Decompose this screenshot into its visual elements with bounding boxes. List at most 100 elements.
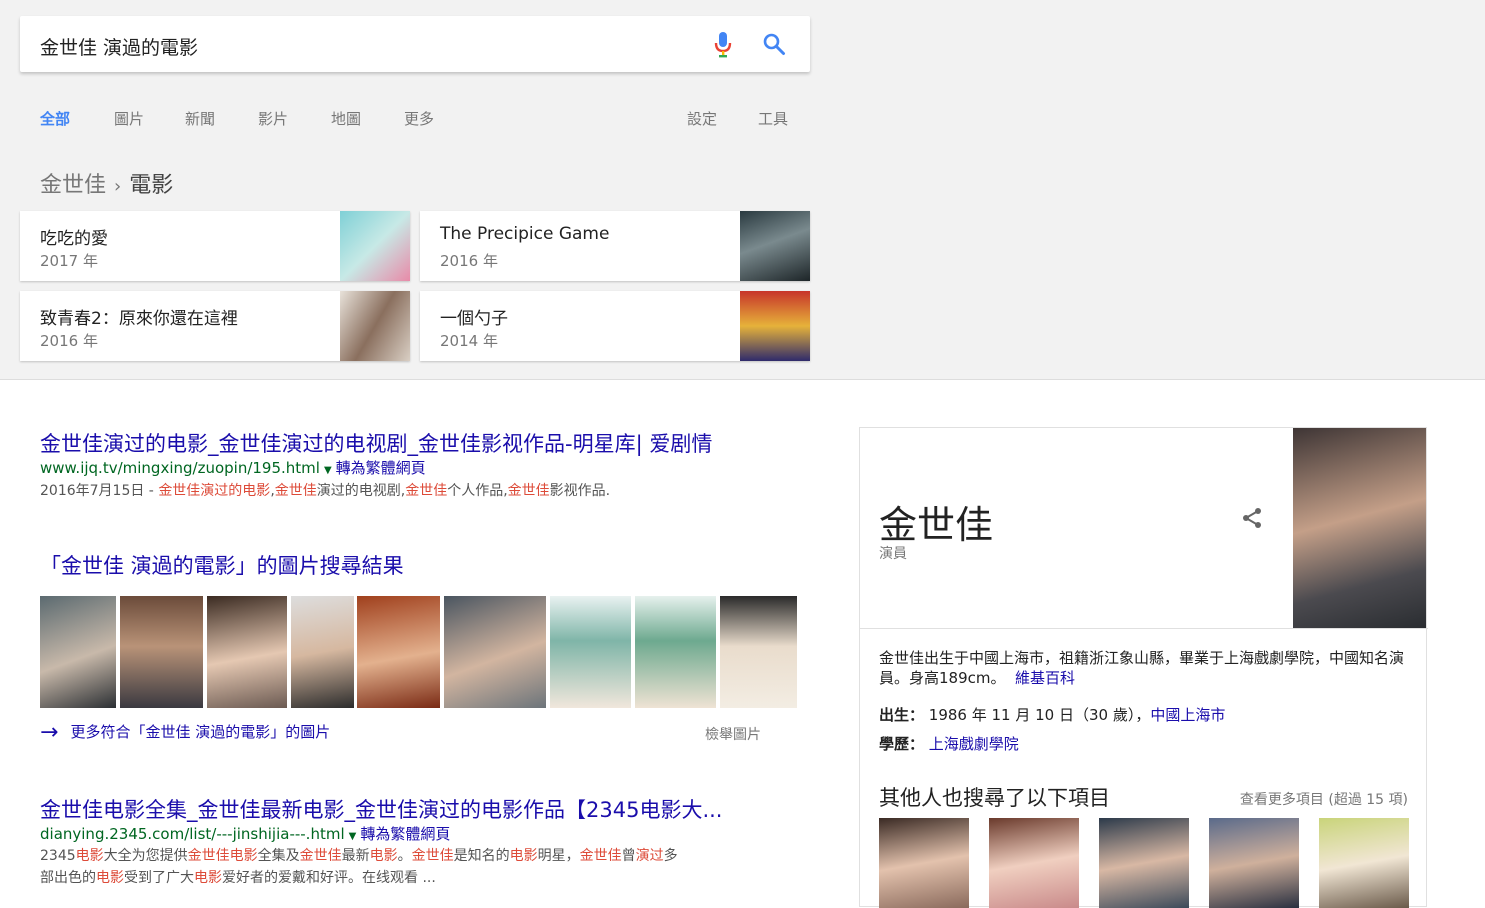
related-person-image[interactable] [1209,818,1299,908]
snippet-text: 多 [663,848,678,864]
search-box[interactable]: 金世佳 演過的電影 [20,16,810,72]
highlighted-term: 电影 [194,870,222,886]
wikipedia-link[interactable]: 維基百科 [1015,669,1075,687]
snippet-text: 最新 [341,848,370,864]
movie-card[interactable]: 一個勺子 2014 年 [420,291,810,361]
image-thumbnail[interactable] [357,596,440,708]
tab-images[interactable]: 圖片 [114,108,144,129]
movie-poster [340,291,410,361]
description-text: 金世佳出生于中國上海市，祖籍浙江象山縣，畢業于上海戲劇學院，中國知名演員。身高1… [879,649,1405,687]
highlighted-term: 金世佳 [579,848,622,864]
microphone-icon[interactable] [714,32,732,58]
snippet-text: 影视作品. [549,483,611,499]
more-images-link[interactable]: → 更多符合「金世佳 演過的電影」的圖片 [40,720,330,745]
image-thumbnail[interactable] [550,596,631,708]
search-query[interactable]: 金世佳 演過的電影 [40,33,198,60]
share-icon[interactable] [1240,506,1264,530]
movie-year: 2014 年 [440,332,498,350]
highlighted-term: 金世佳 [274,483,317,499]
education-link[interactable]: 上海戲劇學院 [929,735,1019,753]
snippet-text: 演过的电视剧, [316,483,406,499]
snippet-text: 明星， [537,848,580,864]
snippet-text: 个人作品, [447,483,508,499]
breadcrumb: 金世佳 › 電影 [40,167,173,199]
related-person-image[interactable] [879,818,969,908]
divider [860,628,1428,629]
movie-title: The Precipice Game [440,224,610,244]
tab-tools[interactable]: 工具 [758,108,788,129]
search-tabs: 全部 圖片 新聞 影片 地圖 更多 設定 工具 [40,108,800,128]
breadcrumb-current: 電影 [129,173,174,198]
tab-videos[interactable]: 影片 [258,108,288,129]
dropdown-triangle-icon[interactable]: ▼ [349,831,357,842]
image-thumbnail[interactable] [635,596,716,708]
related-person-image[interactable] [1319,818,1409,908]
entity-photo[interactable] [1293,428,1426,628]
result-url-text: www.ijq.tv/mingxing/zuopin/195.html [40,459,320,477]
result-snippet-text: 金世佳演过的电影,金世佳演过的电视剧,金世佳个人作品,金世佳影视作品. [158,483,610,499]
chevron-right-icon: › [114,176,122,197]
highlighted-term: 电影 [369,848,398,864]
snippet-text: 。 [397,848,412,864]
translate-link[interactable]: 轉為繁體網頁 [336,459,426,477]
entity-name: 金世佳 [879,503,994,547]
result-title[interactable]: 金世佳电影全集_金世佳最新电影_金世佳演过的电影作品【2345电影大... [40,794,722,824]
highlighted-term: 电影 [96,870,124,886]
image-thumbnail[interactable] [207,596,287,708]
tab-settings[interactable]: 設定 [687,108,717,129]
more-images-label: 更多符合「金世佳 演過的電影」的圖片 [70,723,331,741]
related-person-image[interactable] [1099,818,1189,908]
highlighted-term: 电影 [75,848,104,864]
movie-card[interactable]: The Precipice Game 2016 年 [420,211,810,281]
result-snippet: 2016年7月15日 - 金世佳演过的电影,金世佳演过的电视剧,金世佳个人作品,… [40,480,780,502]
movie-title: 致青春2：原來你還在這裡 [40,309,238,329]
highlighted-term: 金世佳 [299,848,342,864]
tab-news[interactable]: 新聞 [185,108,215,129]
movie-title: 一個勺子 [440,309,508,329]
result-url: dianying.2345.com/list/---jinshijia---.h… [40,823,450,844]
highlighted-term: 金世佳 [507,483,550,499]
tab-all[interactable]: 全部 [40,108,70,129]
entity-role: 演員 [879,546,907,562]
view-more-link[interactable]: 查看更多項目 (超過 15 項) [1240,789,1408,809]
image-thumbnail[interactable] [444,596,546,708]
top-area: 金世佳 演過的電影 全部 圖片 新聞 影片 地圖 更多 設定 工具 金世佳 › 電影… [0,0,1485,380]
result-snippet-line: 2345电影大全为您提供金世佳电影全集及金世佳最新电影。金世佳是知名的电影明星，… [40,848,678,864]
image-results-heading[interactable]: 「金世佳 演過的電影」的圖片搜尋結果 [40,550,404,580]
breadcrumb-root[interactable]: 金世佳 [40,173,106,198]
movie-card[interactable]: 吃吃的愛 2017 年 [20,211,410,281]
search-icon[interactable] [762,32,786,56]
result-date: 2016年7月15日 - [40,483,159,499]
highlighted-term: 金世佳 [411,848,454,864]
result-title[interactable]: 金世佳演过的电影_金世佳演过的电视剧_金世佳影视作品-明星库| 爱剧情 [40,428,712,458]
fact-label: 出生： [879,706,925,724]
image-thumbnail[interactable] [40,596,116,708]
highlighted-term: 金世佳演过的电影 [158,483,271,499]
tab-more[interactable]: 更多 [404,108,434,129]
highlighted-term: 金世佳电影 [187,848,258,864]
image-thumbnail[interactable] [291,596,354,708]
fact-label: 學歷： [879,735,925,753]
result-snippet: 2345电影大全为您提供金世佳电影全集及金世佳最新电影。金世佳是知名的电影明星，… [40,845,780,889]
highlighted-term: 演过 [635,848,664,864]
image-strip [40,596,800,708]
related-person-image[interactable] [989,818,1079,908]
birthplace-link[interactable]: 中國上海市 [1150,706,1225,724]
snippet-text: 是知名的 [453,848,510,864]
snippet-text: 爱好者的爱戴和好评。在线观看 ... [222,870,436,886]
dropdown-triangle-icon[interactable]: ▼ [324,465,332,476]
movie-poster [740,291,810,361]
people-also-search-heading: 其他人也搜尋了以下項目 [879,786,1110,810]
movie-year: 2017 年 [40,252,98,270]
movie-card[interactable]: 致青春2：原來你還在這裡 2016 年 [20,291,410,361]
tab-maps[interactable]: 地圖 [331,108,361,129]
report-images-link[interactable]: 檢舉圖片 [705,724,761,744]
image-thumbnail[interactable] [720,596,797,708]
image-thumbnail[interactable] [120,596,203,708]
result-snippet-line: 部出色的电影受到了广大电影爱好者的爱戴和好评。在线观看 ... [40,870,436,886]
result-url-text: dianying.2345.com/list/---jinshijia---.h… [40,825,345,843]
movie-poster [340,211,410,281]
highlighted-term: 电影 [509,848,538,864]
translate-link[interactable]: 轉為繁體網頁 [360,825,450,843]
snippet-text: 2345 [40,848,76,864]
